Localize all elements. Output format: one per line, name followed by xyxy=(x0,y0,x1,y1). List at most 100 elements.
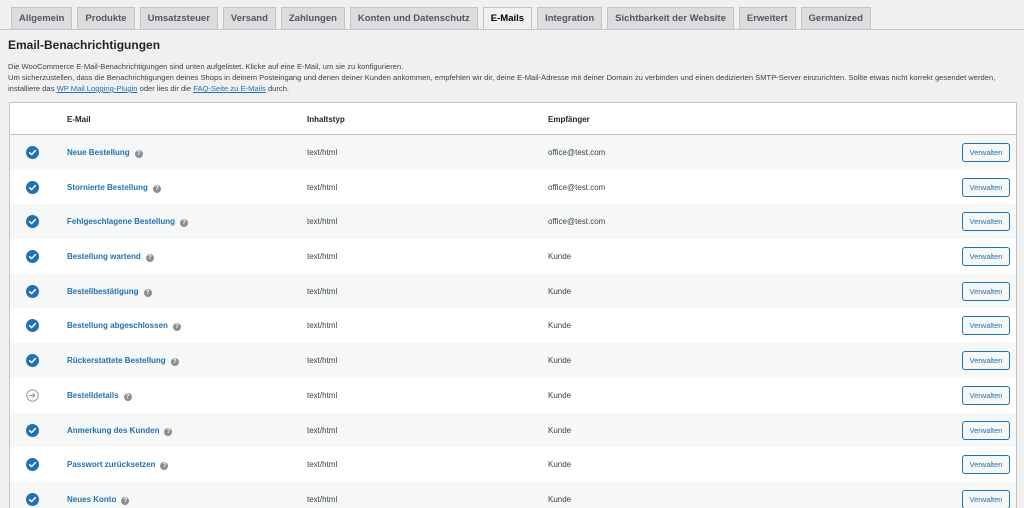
email-name-label: Bestellbestätigung xyxy=(67,286,139,296)
help-icon[interactable]: ? xyxy=(152,184,161,193)
recipient-cell: Kunde xyxy=(548,390,572,400)
table-row: Neues Konto? text/html Kunde Verwalten xyxy=(10,481,1016,508)
recipient-cell: Kunde xyxy=(548,356,572,366)
tab-integration[interactable]: Integration xyxy=(537,7,603,29)
content-type-cell: text/html xyxy=(307,286,338,296)
tab-produkte[interactable]: Produkte xyxy=(77,7,135,29)
check-circle-icon xyxy=(26,354,39,368)
email-name-label: Neues Konto xyxy=(67,494,117,504)
manage-button[interactable]: Verwalten xyxy=(962,316,1010,336)
manage-button[interactable]: Verwalten xyxy=(962,247,1010,267)
recipient-cell: Kunde xyxy=(548,252,572,262)
content-type-cell: text/html xyxy=(307,252,338,262)
content-type-cell: text/html xyxy=(307,390,338,400)
check-circle-icon xyxy=(26,492,39,506)
manage-button[interactable]: Verwalten xyxy=(962,143,1010,162)
table-row: Anmerkung des Kunden? text/html Kunde Verwa… xyxy=(10,412,1016,448)
manage-button[interactable]: Verwalten xyxy=(962,420,1010,440)
tab-erweitert[interactable]: Erweitert xyxy=(738,7,796,29)
tab-konten-und-datenschutz[interactable]: Konten und Datenschutz xyxy=(349,7,478,29)
table-row: Stornierte Bestellung? text/html office@te… xyxy=(10,170,1016,205)
tab-e-mails[interactable]: E-Mails xyxy=(482,7,533,29)
table-header: E-Mail Inhaltstyp Empfänger xyxy=(10,103,1016,135)
manage-button[interactable]: Verwalten xyxy=(962,489,1010,508)
header-recipient: Empfänger xyxy=(548,115,590,124)
table-row: Bestellbestätigung? text/html Kunde Verwalt… xyxy=(10,273,1016,309)
help-icon[interactable]: ? xyxy=(180,219,189,228)
table-row: Bestellung abgeschlossen? text/html Kunde V… xyxy=(10,308,1016,343)
recipient-cell: office@test.com xyxy=(548,148,606,157)
tab-germanized[interactable]: Germanized xyxy=(800,7,871,29)
tab-versand[interactable]: Versand xyxy=(222,7,276,29)
recipient-cell: office@test.com xyxy=(548,182,606,192)
email-name-link[interactable]: Passwort zurücksetzen? xyxy=(67,460,169,471)
recipient-cell: Kunde xyxy=(548,494,572,504)
email-name-link[interactable]: Anmerkung des Kunden? xyxy=(67,425,173,436)
intro-line-2: Um sicherzustellen, dass die Benachricht… xyxy=(8,72,1018,94)
email-name-label: Bestellung wartend xyxy=(67,252,141,262)
help-icon[interactable]: ? xyxy=(160,462,169,471)
tab-sichtbarkeit-der-website[interactable]: Sichtbarkeit der Website xyxy=(607,7,734,29)
email-name-link[interactable]: Neue Bestellung? xyxy=(67,148,143,158)
recipient-cell: Kunde xyxy=(548,460,572,470)
intro-text-mid: oder lies dir die xyxy=(139,84,192,93)
help-icon[interactable]: ? xyxy=(164,427,173,436)
wp-mail-logging-link[interactable]: WP Mail Logging-Plugin xyxy=(57,84,138,93)
table-row: Passwort zurücksetzen? text/html Kunde Verw… xyxy=(10,447,1016,482)
help-icon[interactable]: ? xyxy=(170,358,179,367)
manage-button[interactable]: Verwalten xyxy=(962,212,1010,232)
email-name-link[interactable]: Fehlgeschlagene Bestellung? xyxy=(67,217,189,228)
content-type-cell: text/html xyxy=(307,217,338,227)
help-icon[interactable]: ? xyxy=(134,150,143,158)
help-icon[interactable]: ? xyxy=(121,496,130,505)
manage-button[interactable]: Verwalten xyxy=(962,351,1010,371)
email-name-link[interactable]: Stornierte Bestellung? xyxy=(67,183,161,193)
email-name-link[interactable]: Bestellbestätigung? xyxy=(67,287,152,297)
help-icon[interactable]: ? xyxy=(123,392,132,401)
check-circle-icon xyxy=(26,284,39,298)
email-table: E-Mail Inhaltstyp Empfänger Neue Bestell… xyxy=(9,102,1017,508)
table-row: Bestelldetails? text/html Kunde Verwalten xyxy=(10,378,1016,413)
email-name-link[interactable]: Bestellung wartend? xyxy=(67,252,154,263)
tab-umsatzsteuer[interactable]: Umsatzsteuer xyxy=(139,7,218,29)
manage-button[interactable]: Verwalten xyxy=(962,281,1010,301)
content-type-cell: text/html xyxy=(307,425,338,435)
email-name-label: Stornierte Bestellung xyxy=(67,182,148,192)
check-circle-icon xyxy=(26,458,39,472)
email-name-label: Rückerstattete Bestellung xyxy=(67,356,166,366)
content-type-cell: text/html xyxy=(307,321,338,331)
email-name-label: Anmerkung des Kunden xyxy=(67,425,160,435)
email-name-link[interactable]: Bestellung abgeschlossen? xyxy=(67,321,181,332)
content-type-cell: text/html xyxy=(307,182,338,192)
check-circle-icon xyxy=(26,215,39,229)
manage-button[interactable]: Verwalten xyxy=(962,177,1010,197)
email-name-label: Bestelldetails xyxy=(67,390,119,400)
email-name-link[interactable]: Rückerstattete Bestellung? xyxy=(67,356,179,367)
faq-link[interactable]: FAQ-Seite zu E-Mails xyxy=(193,84,266,93)
email-name-label: Passwort zurücksetzen xyxy=(67,460,156,470)
manage-button[interactable]: Verwalten xyxy=(962,385,1010,405)
email-name-link[interactable]: Bestelldetails? xyxy=(67,391,132,401)
header-content-type: Inhaltstyp xyxy=(307,115,345,124)
help-icon[interactable]: ? xyxy=(172,323,181,332)
recipient-cell: office@test.com xyxy=(548,217,606,227)
settings-tabs: Allgemein Produkte Umsatzsteuer Versand Zahl… xyxy=(11,7,871,29)
table-row: Neue Bestellung? text/html office@test.com… xyxy=(10,135,1016,170)
table-row: Bestellung wartend? text/html Kunde Verwalt… xyxy=(10,239,1016,274)
page-title: Email-Benachrichtigungen xyxy=(8,38,161,52)
check-circle-icon xyxy=(26,423,39,437)
content-type-cell: text/html xyxy=(307,494,338,504)
intro-text-end: durch. xyxy=(267,84,290,93)
check-circle-icon xyxy=(26,146,39,159)
table-row: Rückerstattete Bestellung? text/html Kunde… xyxy=(10,343,1016,378)
check-circle-icon xyxy=(26,250,39,264)
tab-zahlungen[interactable]: Zahlungen xyxy=(280,7,345,29)
email-name-link[interactable]: Neues Konto? xyxy=(67,494,130,505)
check-circle-icon xyxy=(26,180,39,194)
table-row: Fehlgeschlagene Bestellung? text/html offi… xyxy=(10,204,1016,240)
help-icon[interactable]: ? xyxy=(145,254,154,263)
tab-allgemein[interactable]: Allgemein xyxy=(11,7,73,29)
email-name-label: Neue Bestellung xyxy=(67,148,130,157)
help-icon[interactable]: ? xyxy=(143,288,152,297)
manage-button[interactable]: Verwalten xyxy=(962,455,1010,475)
